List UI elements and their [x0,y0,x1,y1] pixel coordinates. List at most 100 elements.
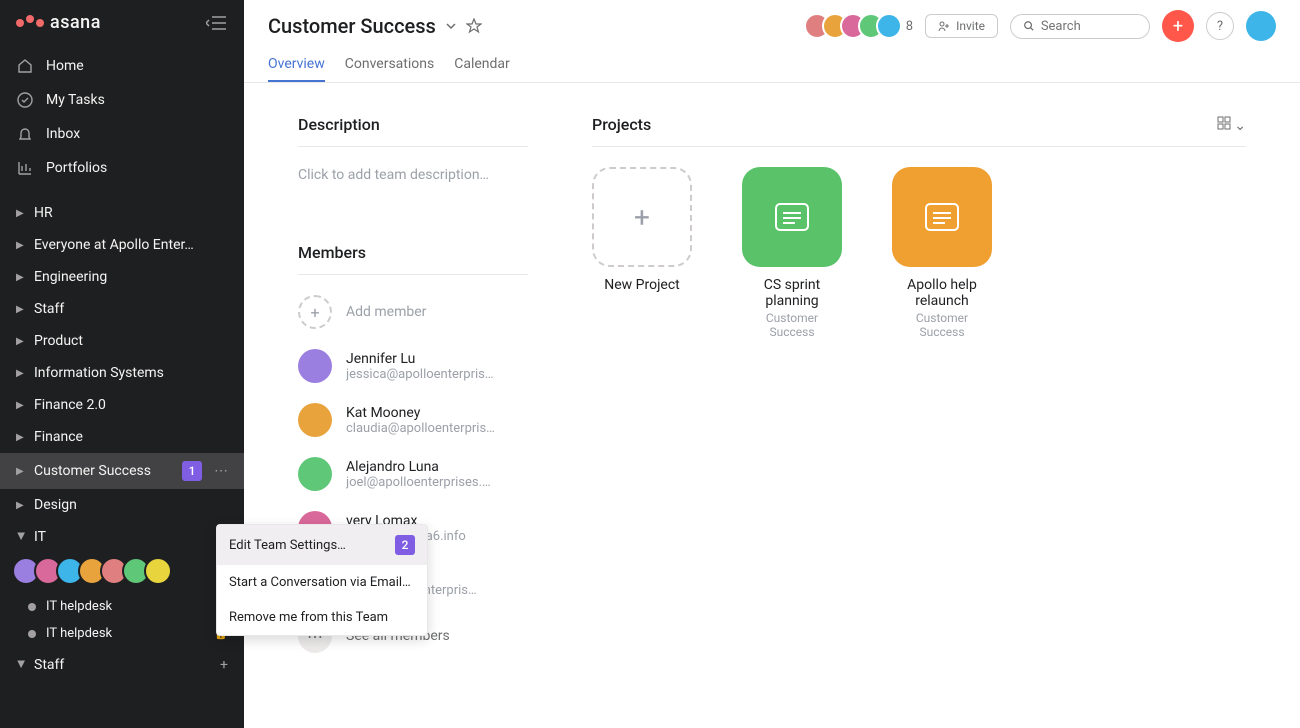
logo-text: asana [50,12,101,33]
nav-label: Inbox [46,126,80,142]
sidebar-team-customer-success[interactable]: ▶ Customer Success 1 ⋯ [0,453,244,489]
member-row[interactable]: Jennifer Lujessica@apolloenterpris… [298,349,528,383]
chevron-right-icon: ▶ [16,500,26,511]
nav-label: Portfolios [46,160,107,176]
sidebar-team-info-systems[interactable]: ▶Information Systems [0,357,244,389]
chevron-right-icon: ▶ [16,272,26,283]
sidebar-section-staff[interactable]: ▶Staff+ [0,647,244,683]
project-dot-icon [28,603,36,611]
member-row[interactable]: Kat Mooneyclaudia@apolloenterpris… [298,403,528,437]
chevron-down-icon: ⌄ [1234,118,1246,134]
logo[interactable]: asana [16,12,101,33]
page-title: Customer Success [268,14,436,38]
team-label: Product [34,333,83,349]
project-label: IT helpdesk [46,599,112,614]
sidebar-team-everyone[interactable]: ▶Everyone at Apollo Enter… [0,229,244,261]
chevron-down-icon: ▶ [16,532,27,542]
star-icon[interactable] [466,18,482,34]
help-button[interactable]: ? [1206,12,1234,40]
sidebar-project-it-helpdesk[interactable]: IT helpdesk [0,593,244,620]
search-box[interactable] [1010,14,1150,39]
description-heading: Description [298,115,528,147]
project-card-apollo-help[interactable]: Apollo help relaunch Customer Success [892,167,992,339]
menu-remove-me[interactable]: Remove me from this Team [217,600,427,635]
chevron-right-icon: ▶ [16,400,26,411]
nav-home[interactable]: Home [0,49,244,83]
avatar-count: 8 [906,19,913,34]
sidebar-team-product[interactable]: ▶ Product [0,325,244,357]
sidebar-team-design[interactable]: ▶Design [0,489,244,521]
project-dot-icon [28,630,36,638]
add-member-row[interactable]: + Add member [298,295,528,329]
member-name: Kat Mooney [346,405,495,421]
invite-label: Invite [956,19,985,33]
chevron-down-icon[interactable] [444,19,458,33]
nav-label: Home [46,58,84,74]
nav-my-tasks[interactable]: My Tasks [0,83,244,117]
menu-label: Remove me from this Team [229,610,388,625]
chevron-right-icon: ▶ [16,304,26,315]
team-avatars [0,553,244,593]
chevron-right-icon: ▶ [16,466,26,477]
add-icon[interactable]: + [220,657,228,673]
tab-overview[interactable]: Overview [268,48,325,82]
team-label: Finance [34,429,83,445]
team-label: IT [34,529,46,545]
nav-inbox[interactable]: Inbox [0,117,244,151]
global-add-button[interactable]: + [1162,10,1194,42]
member-name: Alejandro Luna [346,459,491,475]
member-email: joel@apolloenterprises.… [346,475,491,490]
team-label: Staff [34,301,64,317]
team-avatar-stack[interactable]: 8 [804,13,913,39]
tab-conversations[interactable]: Conversations [345,48,434,82]
search-input[interactable] [1041,19,1137,34]
project-card-label: CS sprint planning [742,277,842,309]
avatar [298,403,332,437]
chevron-right-icon: ▶ [16,208,26,219]
plus-icon: + [634,201,650,234]
team-label: Customer Success [34,463,151,479]
list-icon [775,203,809,231]
menu-label: Start a Conversation via Email… [229,575,411,590]
avatar [298,349,332,383]
add-member-icon[interactable]: + [298,295,332,329]
description-input[interactable]: Click to add team description… [298,167,528,183]
teams-list: ▶ HR ▶Everyone at Apollo Enter… ▶Engineer… [0,197,244,728]
member-email: jessica@apolloenterpris… [346,367,494,382]
nav-portfolios[interactable]: Portfolios [0,151,244,185]
chevron-right-icon: ▶ [16,336,26,347]
view-toggle[interactable]: ⌄ [1217,116,1246,134]
check-circle-icon [16,91,34,109]
home-icon [16,57,34,75]
menu-label: Edit Team Settings… [229,538,346,553]
project-card-label: New Project [592,277,692,293]
sidebar-team-finance2[interactable]: ▶ Finance 2.0 [0,389,244,421]
projects-heading: Projects [592,115,651,134]
menu-edit-team-settings[interactable]: Edit Team Settings…2 [217,525,427,565]
new-project-card[interactable]: + New Project [592,167,692,339]
sidebar-team-it[interactable]: ▶ IT [0,521,244,553]
list-icon [925,203,959,231]
team-label: Finance 2.0 [34,397,106,413]
collapse-sidebar-icon[interactable] [206,14,228,32]
project-card-label: Apollo help relaunch [892,277,992,309]
menu-start-conversation[interactable]: Start a Conversation via Email… [217,565,427,600]
sidebar-team-finance[interactable]: ▶Finance [0,421,244,453]
sidebar-team-engineering[interactable]: ▶Engineering [0,261,244,293]
team-more-icon[interactable]: ⋯ [214,463,228,479]
chart-icon [16,159,34,177]
tab-calendar[interactable]: Calendar [454,48,510,82]
project-card-cs-sprint[interactable]: CS sprint planning Customer Success [742,167,842,339]
profile-avatar[interactable] [1246,11,1276,41]
avatar [298,457,332,491]
member-email: claudia@apolloenterpris… [346,421,495,436]
invite-button[interactable]: Invite [925,14,998,38]
sidebar-project-it-helpdesk-2[interactable]: IT helpdesk🔒 [0,620,244,647]
sidebar-team-hr[interactable]: ▶ HR [0,197,244,229]
project-card-team: Customer Success [892,311,992,339]
team-label: HR [34,205,53,221]
member-row[interactable]: Alejandro Lunajoel@apolloenterprises.… [298,457,528,491]
sidebar-team-staff[interactable]: ▶ Staff [0,293,244,325]
bell-icon [16,125,34,143]
annotation-badge: 1 [182,461,202,481]
